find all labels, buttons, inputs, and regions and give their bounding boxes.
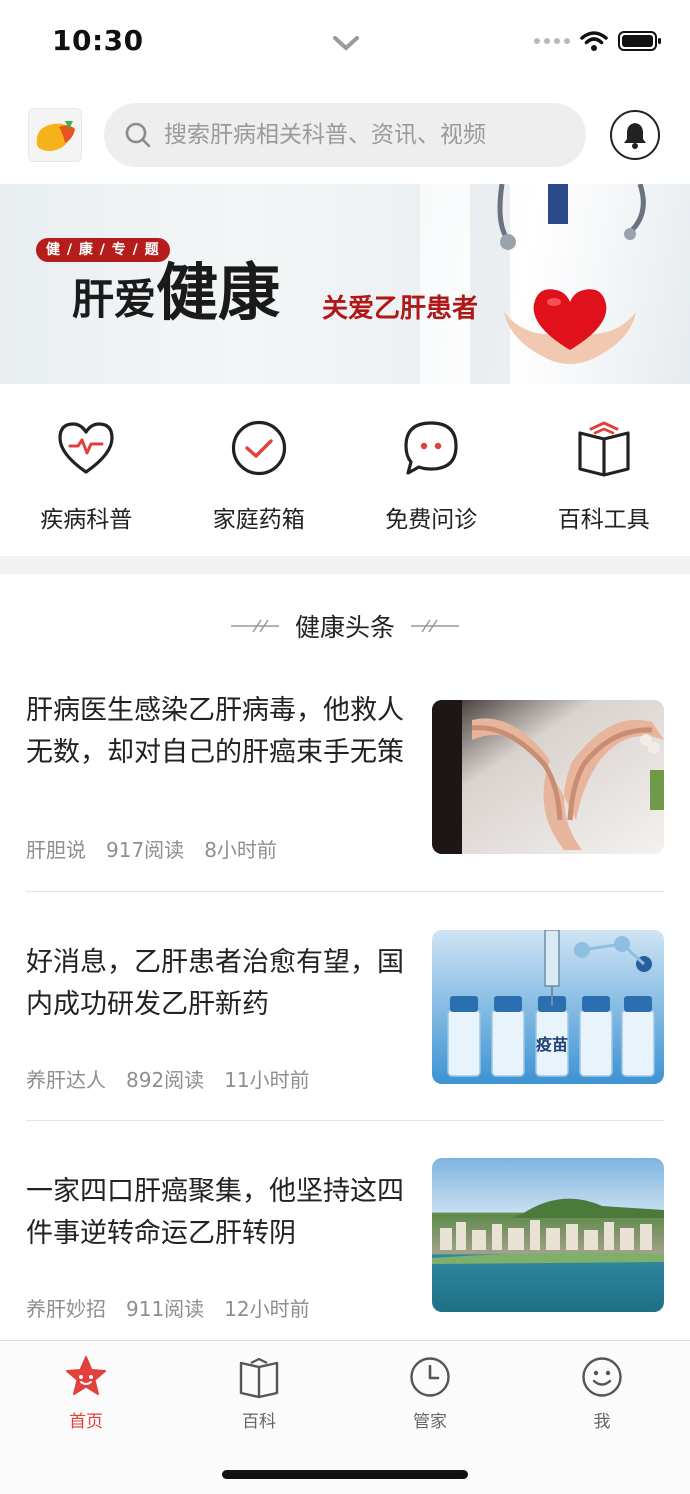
article-thumbnail: 疫苗 — [432, 930, 664, 1084]
promo-banner[interactable]: 健 / 康 / 专 / 题 肝爱健康 关爱乙肝患者 — [0, 184, 690, 384]
section-title: 健康头条 — [294, 613, 395, 642]
article-time: 12小时前 — [224, 1297, 310, 1321]
notification-button[interactable] — [610, 110, 660, 160]
article-time: 8小时前 — [204, 838, 277, 862]
section-divider — [0, 556, 690, 574]
book-icon — [574, 418, 634, 478]
article-title: 好消息，乙肝患者治愈有望，国内成功研发乙肝新药 — [26, 947, 404, 1020]
status-time: 10:30 — [52, 24, 144, 57]
clock-icon — [410, 1357, 450, 1397]
banner-title: 肝爱健康 — [72, 242, 280, 332]
tab-label: 首页 — [69, 1412, 103, 1432]
tab-label: 百科 — [242, 1412, 276, 1432]
article-thumbnail — [432, 700, 664, 854]
decorative-slash-icon — [230, 619, 279, 633]
tab-label: 我 — [593, 1412, 611, 1432]
article-meta: 养肝妙招 911阅读 12小时前 — [26, 1293, 310, 1322]
star-face-icon — [66, 1356, 106, 1395]
article-title: 肝病医生感染乙肝病毒，他救人无数，却对自己的肝癌束手无策 — [26, 695, 404, 768]
chevron-down-icon — [333, 36, 359, 51]
banner-title-part2: 健康 — [156, 256, 281, 329]
stethoscope-icon — [497, 184, 646, 250]
quick-nav: 疾病科普 家庭药箱 免费问诊 百科工具 — [0, 384, 690, 556]
section-header: 健康头条 — [0, 606, 690, 646]
article-reads: 917阅读 — [106, 838, 185, 862]
article-title: 一家四口肝癌聚集，他坚持这四件事逆转命运乙肝转阴 — [26, 1176, 404, 1249]
search-bar[interactable] — [104, 103, 586, 167]
city-river-photo — [432, 1158, 664, 1312]
quick-nav-label: 家庭药箱 — [212, 507, 305, 533]
battery-icon — [618, 31, 661, 51]
quick-nav-free-consult[interactable]: 免费问诊 — [345, 384, 518, 556]
wifi-icon — [580, 31, 608, 51]
heart-hands-photo — [432, 700, 664, 854]
app-logo[interactable] — [28, 108, 82, 162]
check-circle-icon — [229, 418, 289, 478]
tab-encyclopedia[interactable]: 百科 — [199, 1355, 319, 1432]
article-item[interactable]: 好消息，乙肝患者治愈有望，国内成功研发乙肝新药 养肝达人 892阅读 11小时前 — [26, 930, 664, 1102]
bell-icon — [624, 123, 646, 149]
smiley-icon — [582, 1357, 622, 1397]
quick-nav-family-medicine[interactable]: 家庭药箱 — [173, 384, 346, 556]
search-input[interactable] — [164, 122, 564, 148]
tab-me[interactable]: 我 — [542, 1355, 662, 1432]
article-item[interactable]: 肝病医生感染乙肝病毒，他救人无数，却对自己的肝癌束手无策 肝胆说 917阅读 8… — [26, 690, 664, 870]
list-divider — [26, 1120, 664, 1121]
vial-label: 疫苗 — [536, 1035, 568, 1054]
article-thumbnail — [432, 1158, 664, 1312]
banner-title-part1: 肝爱 — [72, 275, 157, 324]
article-time: 11小时前 — [224, 1068, 310, 1092]
heart-hands-icon — [504, 289, 636, 364]
search-icon — [125, 122, 151, 148]
banner-subtitle: 关爱乙肝患者 — [322, 294, 479, 324]
article-source: 养肝达人 — [26, 1068, 106, 1092]
app-logo-icon — [36, 121, 75, 151]
quick-nav-encyclopedia-tools[interactable]: 百科工具 — [518, 384, 690, 556]
article-meta: 肝胆说 917阅读 8小时前 — [26, 834, 277, 863]
article-source: 肝胆说 — [26, 838, 86, 862]
quick-nav-label: 免费问诊 — [385, 507, 478, 533]
chat-bubble-icon — [401, 418, 461, 478]
article-item[interactable]: 一家四口肝癌聚集，他坚持这四件事逆转命运乙肝转阴 养肝妙招 911阅读 12小时… — [26, 1158, 664, 1331]
tab-manager[interactable]: 管家 — [370, 1355, 490, 1432]
open-book-icon — [239, 1357, 279, 1399]
article-meta: 养肝达人 892阅读 11小时前 — [26, 1064, 310, 1093]
heart-pulse-icon — [56, 418, 116, 478]
article-reads: 892阅读 — [126, 1068, 205, 1092]
tab-label: 管家 — [413, 1412, 447, 1432]
article-source: 养肝妙招 — [26, 1297, 106, 1321]
list-divider — [26, 891, 664, 892]
quick-nav-disease-science[interactable]: 疾病科普 — [0, 384, 173, 556]
tab-home[interactable]: 首页 — [26, 1355, 146, 1432]
status-indicators — [534, 30, 662, 52]
cellular-signal-icon — [534, 38, 570, 44]
decorative-slash-icon — [411, 619, 459, 633]
article-reads: 911阅读 — [126, 1297, 205, 1321]
quick-nav-label: 疾病科普 — [40, 507, 133, 533]
vaccine-vials-photo: 疫苗 — [432, 930, 664, 1084]
home-indicator[interactable] — [222, 1470, 468, 1479]
top-header — [0, 100, 690, 172]
quick-nav-label: 百科工具 — [557, 507, 650, 533]
status-bar: 10:30 — [0, 0, 690, 88]
